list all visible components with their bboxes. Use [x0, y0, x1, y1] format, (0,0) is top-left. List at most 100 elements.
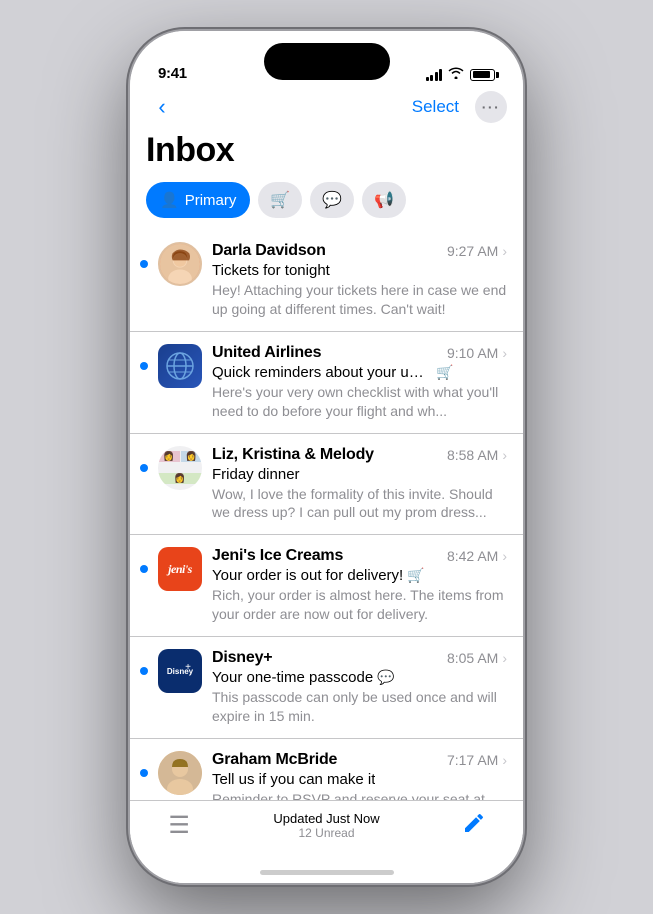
chat-category-icon: 💬: [377, 669, 394, 686]
email-meta: 9:27 AM ›: [447, 243, 507, 259]
email-subject: Your order is out for delivery! 🛒: [212, 567, 507, 584]
tab-primary[interactable]: 👤 Primary: [146, 182, 250, 218]
avatar: Disney +: [158, 649, 202, 693]
email-list: Darla Davidson 9:27 AM › Tickets for ton…: [130, 230, 523, 800]
email-preview: Wow, I love the formality of this invite…: [212, 485, 507, 523]
email-body: Liz, Kristina & Melody 8:58 AM › Friday …: [212, 446, 507, 523]
email-body: Graham McBride 7:17 AM › Tell us if you …: [212, 751, 507, 800]
email-subject-text: Friday dinner: [212, 466, 300, 483]
email-header: Jeni's Ice Creams 8:42 AM ›: [212, 547, 507, 565]
email-subject-text: Your order is out for delivery!: [212, 567, 403, 584]
email-item[interactable]: jeni's Jeni's Ice Creams 8:42 AM › Your …: [130, 535, 523, 637]
unread-indicator: [140, 362, 148, 370]
email-header: Graham McBride 7:17 AM ›: [212, 751, 507, 769]
email-subject: Friday dinner: [212, 466, 507, 483]
sender-name: Darla Davidson: [212, 242, 326, 260]
select-button[interactable]: Select: [404, 93, 467, 121]
unread-count: 12 Unread: [298, 826, 354, 840]
email-subject-text: Quick reminders about your upcoming...: [212, 364, 432, 381]
status-icons: [426, 67, 496, 82]
email-subject: Tell us if you can make it: [212, 771, 507, 788]
more-icon: ···: [482, 99, 501, 115]
app-content: ‹ Select ··· Inbox 👤 Primary 🛒 💬: [130, 31, 523, 883]
email-body: Disney+ 8:05 AM › Your one-time passcode…: [212, 649, 507, 726]
sender-name: Graham McBride: [212, 751, 337, 769]
email-subject-text: Tell us if you can make it: [212, 771, 375, 788]
email-item[interactable]: 👩 👩 👩 Liz, Kristina & Melody 8:58 AM › F…: [130, 434, 523, 536]
email-subject: Tickets for tonight: [212, 262, 507, 279]
email-time: 9:27 AM: [447, 243, 498, 259]
back-chevron-icon: ‹: [158, 94, 165, 120]
email-subject: Your one-time passcode 💬: [212, 669, 507, 686]
email-header: Liz, Kristina & Melody 8:58 AM ›: [212, 446, 507, 464]
email-preview: Rich, your order is almost here. The ite…: [212, 586, 507, 624]
tab-shopping[interactable]: 🛒: [258, 182, 302, 218]
battery-icon: [470, 69, 495, 81]
home-indicator: [260, 870, 394, 875]
avatar: [158, 344, 202, 388]
unread-indicator: [140, 667, 148, 675]
email-item[interactable]: Disney + Disney+ 8:05 AM › Your one-time…: [130, 637, 523, 739]
email-time: 8:42 AM: [447, 548, 498, 564]
email-meta: 8:42 AM ›: [447, 548, 507, 564]
promo-icon: 📢: [374, 190, 394, 210]
sender-name: Liz, Kristina & Melody: [212, 446, 374, 464]
email-subject-text: Tickets for tonight: [212, 262, 330, 279]
unread-indicator: [140, 769, 148, 777]
back-button[interactable]: ‹: [146, 91, 178, 123]
cart-category-icon: 🛒: [407, 567, 424, 584]
more-button[interactable]: ···: [475, 91, 507, 123]
filter-tabs: 👤 Primary 🛒 💬 📢: [130, 182, 523, 230]
phone-shell: 9:41 ‹: [130, 31, 523, 883]
email-preview: Here's your very own checklist with what…: [212, 383, 507, 421]
status-area: Updated Just Now 12 Unread: [228, 811, 425, 840]
email-item[interactable]: Darla Davidson 9:27 AM › Tickets for ton…: [130, 230, 523, 332]
email-meta: 7:17 AM ›: [447, 752, 507, 768]
email-header: Darla Davidson 9:27 AM ›: [212, 242, 507, 260]
cart-category-icon: 🛒: [436, 364, 453, 381]
email-time: 9:10 AM: [447, 345, 498, 361]
unread-indicator: [140, 464, 148, 472]
tab-chat[interactable]: 💬: [310, 182, 354, 218]
email-time: 8:05 AM: [447, 650, 498, 666]
email-time: 7:17 AM: [447, 752, 498, 768]
compose-button[interactable]: [425, 811, 523, 842]
filter-button[interactable]: ☰: [130, 811, 228, 840]
filter-icon: ☰: [168, 811, 190, 840]
email-meta: 8:05 AM ›: [447, 650, 507, 666]
email-header: Disney+ 8:05 AM ›: [212, 649, 507, 667]
sender-name: United Airlines: [212, 344, 321, 362]
nav-actions: Select ···: [404, 91, 507, 123]
sender-name: Disney+: [212, 649, 272, 667]
chevron-right-icon: ›: [502, 345, 507, 361]
email-body: Darla Davidson 9:27 AM › Tickets for ton…: [212, 242, 507, 319]
email-time: 8:58 AM: [447, 447, 498, 463]
avatar: 👩 👩 👩: [158, 446, 202, 490]
chat-icon: 💬: [322, 190, 342, 210]
email-item[interactable]: United Airlines 9:10 AM › Quick reminder…: [130, 332, 523, 434]
unread-indicator: [140, 565, 148, 573]
tab-promo[interactable]: 📢: [362, 182, 406, 218]
status-time: 9:41: [158, 65, 187, 82]
jenis-logo: jeni's: [168, 562, 192, 577]
email-subject: Quick reminders about your upcoming... 🛒: [212, 364, 507, 381]
chevron-right-icon: ›: [502, 548, 507, 564]
wifi-icon: [448, 67, 464, 82]
avatar: jeni's: [158, 547, 202, 591]
email-subject-text: Your one-time passcode: [212, 669, 373, 686]
compose-icon: [462, 811, 486, 842]
email-meta: 8:58 AM ›: [447, 447, 507, 463]
dynamic-island: [264, 43, 390, 80]
email-item[interactable]: Graham McBride 7:17 AM › Tell us if you …: [130, 739, 523, 800]
chevron-right-icon: ›: [502, 447, 507, 463]
email-body: United Airlines 9:10 AM › Quick reminder…: [212, 344, 507, 421]
email-preview: Hey! Attaching your tickets here in case…: [212, 281, 507, 319]
email-preview: This passcode can only be used once and …: [212, 688, 507, 726]
email-meta: 9:10 AM ›: [447, 345, 507, 361]
chevron-right-icon: ›: [502, 243, 507, 259]
signal-icon: [426, 69, 443, 81]
unread-indicator: [140, 260, 148, 268]
svg-text:+: +: [185, 662, 191, 673]
page-title: Inbox: [130, 131, 523, 182]
tab-primary-label: Primary: [185, 192, 237, 209]
